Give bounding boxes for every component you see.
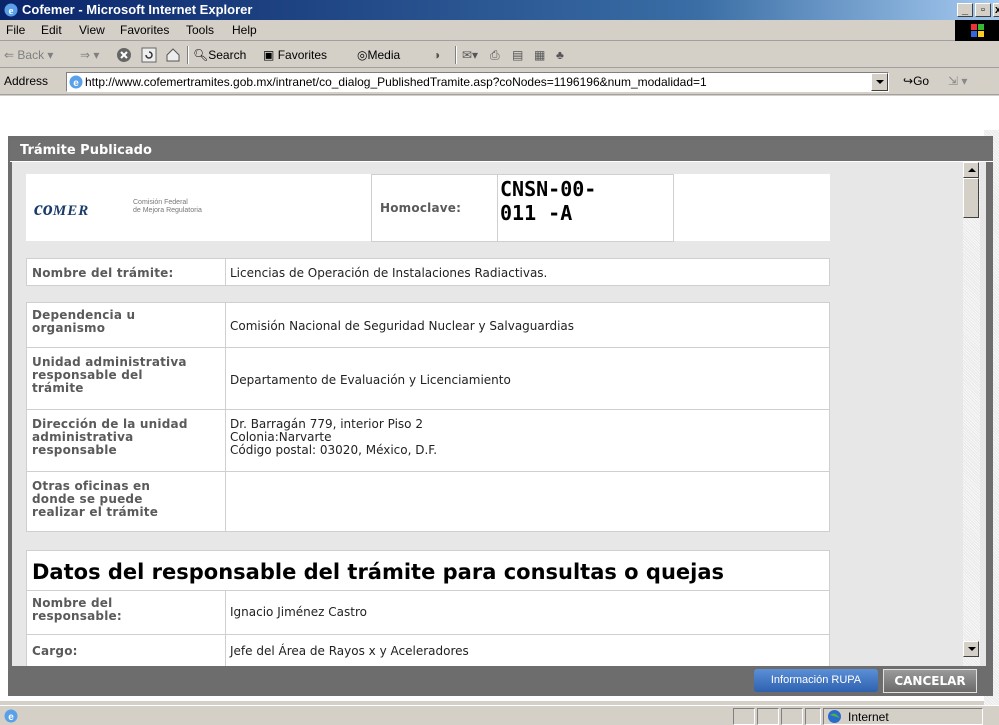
forward-button[interactable]: ⇒ ▾	[80, 46, 99, 64]
menu-file[interactable]: File	[6, 23, 25, 37]
stop-icon[interactable]	[116, 47, 132, 65]
panel-title: Trámite Publicado	[10, 140, 993, 162]
menu-tools[interactable]: Tools	[186, 23, 214, 37]
messenger-icon[interactable]: ♣	[556, 46, 564, 64]
mail-icon[interactable]: ✉▾	[462, 46, 478, 64]
favorites-button[interactable]: ▣ Favorites	[263, 46, 327, 64]
responsable-heading: Datos del responsable del trámite para c…	[32, 560, 725, 584]
logo-subtitle: Comisión Federal de Mejora Regulatoria	[133, 199, 202, 214]
scroll-thumb[interactable]	[963, 178, 979, 218]
forward-arrow-icon: ⇒	[80, 48, 91, 62]
unidad-label: Unidad administrativa responsable del trám…	[32, 355, 187, 395]
edit-icon[interactable]: ▤	[512, 46, 523, 64]
home-icon[interactable]	[165, 47, 181, 65]
close-button[interactable]: x	[993, 3, 999, 17]
cargo-value: Jefe del Área de Rayos x y Aceleradores	[230, 644, 469, 658]
menu-edit[interactable]: Edit	[41, 23, 62, 37]
zone-label: Internet	[848, 710, 889, 724]
direccion-value: Dr. Barragán 779, interior Piso 2 Colonia…	[230, 417, 438, 457]
nombre-responsable-value: Ignacio Jiménez Castro	[230, 605, 367, 619]
go-button[interactable]: ↪Go	[903, 74, 929, 88]
history-icon[interactable]: ◑	[433, 46, 440, 64]
cofemer-logo: coMER	[34, 198, 90, 220]
windows-logo-icon	[955, 20, 999, 41]
print-icon[interactable]: ⎙	[490, 46, 500, 64]
search-button[interactable]: 🔍︎Search	[193, 46, 246, 64]
cancel-button[interactable]: CANCELAR	[883, 669, 977, 693]
ie-logo-icon: e	[4, 3, 18, 17]
cargo-label: Cargo:	[32, 644, 78, 658]
nombre-responsable-label: Nombre del responsable:	[32, 596, 122, 623]
homoclave-label: Homoclave:	[380, 201, 462, 215]
go-arrow-icon: ↪	[903, 74, 914, 88]
homoclave-value: CNSN-00- 011 -A	[500, 177, 597, 225]
inner-scrollbar[interactable]	[963, 162, 980, 666]
address-label: Address	[4, 74, 49, 88]
links-icon[interactable]: ⇲ ▾	[948, 74, 967, 88]
page-status-icon: e	[4, 709, 18, 723]
otras-oficinas-label: Otras oficinas en donde se puede realizar …	[32, 479, 159, 519]
dialog-body: coMER Comisión Federal de Mejora Regulato…	[12, 162, 986, 666]
minimize-button[interactable]: _	[957, 3, 973, 17]
scroll-up-button[interactable]	[963, 162, 979, 178]
favorites-icon: ▣	[263, 48, 275, 62]
address-bar: Address e http://www.cofemertramites.gob…	[0, 69, 999, 95]
unidad-value: Departamento de Evaluación y Licenciamie…	[230, 373, 511, 387]
menu-help[interactable]: Help	[232, 23, 257, 37]
media-button[interactable]: ◎Media	[357, 46, 400, 64]
back-arrow-icon: ⇐	[4, 48, 15, 62]
media-icon: ◎	[357, 48, 368, 62]
address-dropdown-button[interactable]	[871, 73, 888, 91]
refresh-icon[interactable]	[141, 47, 157, 65]
informacion-rupa-button[interactable]: Información RUPA	[754, 669, 878, 692]
svg-text:e: e	[73, 78, 79, 89]
restore-button[interactable]: ▫	[975, 3, 991, 17]
address-url: http://www.cofemertramites.gob.mx/intran…	[85, 75, 707, 89]
address-input[interactable]: e http://www.cofemertramites.gob.mx/intr…	[66, 72, 889, 92]
svg-text:e: e	[9, 5, 14, 17]
svg-text:e: e	[8, 712, 14, 723]
tramite-name-value: Licencias de Operación de Instalaciones …	[230, 266, 548, 280]
scroll-down-button[interactable]	[963, 641, 979, 657]
title-bar: e Cofemer - Microsoft Internet Explorer …	[0, 0, 999, 20]
toolbar: ⇐ Back ▾ ⇒ ▾ 🔍︎Search ▣ Favorites ◎Media…	[0, 42, 999, 68]
zone-panel: Internet	[823, 708, 983, 725]
status-bar: e Internet	[0, 705, 999, 725]
globe-icon	[828, 710, 841, 723]
back-button[interactable]: ⇐ Back ▾	[4, 46, 53, 64]
discuss-icon[interactable]: ▦	[534, 46, 545, 64]
menu-bar: File Edit View Favorites Tools Help	[0, 20, 999, 41]
dependencia-value: Comisión Nacional de Seguridad Nuclear y…	[230, 319, 575, 333]
direccion-label: Dirección de la unidad administrativa resp…	[32, 417, 188, 457]
search-icon: 🔍︎	[193, 48, 209, 62]
page-icon: e	[69, 75, 83, 89]
dependencia-label: Dependencia u organismo	[32, 308, 136, 335]
menu-view[interactable]: View	[79, 23, 105, 37]
window-title: Cofemer - Microsoft Internet Explorer	[22, 2, 253, 17]
menu-favorites[interactable]: Favorites	[120, 23, 169, 37]
tramite-name-label: Nombre del trámite:	[32, 266, 174, 280]
